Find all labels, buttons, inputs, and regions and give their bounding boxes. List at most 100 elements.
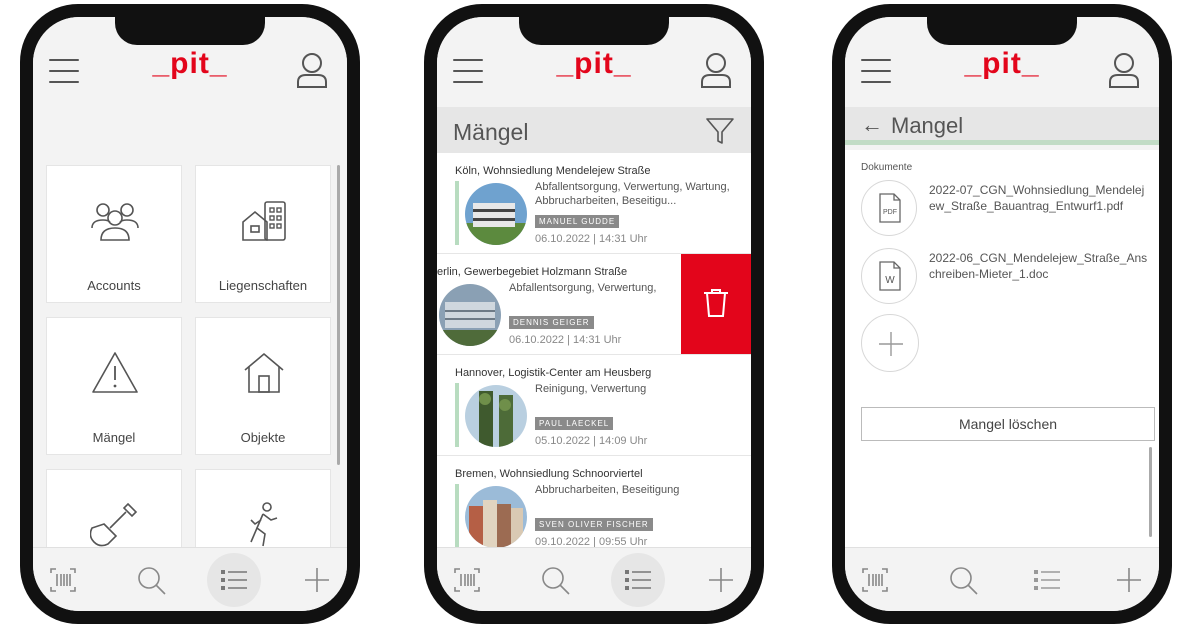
tile-label: Liegenschaften: [218, 278, 308, 293]
user-icon[interactable]: [1107, 51, 1141, 89]
assignee-badge: DENNIS GEIGER: [509, 316, 594, 329]
scrollbar[interactable]: [1149, 447, 1152, 537]
thumbnail-image: [439, 284, 501, 346]
search-button[interactable]: [129, 558, 173, 602]
users-icon: [91, 203, 139, 241]
status-bar: [455, 383, 459, 447]
back-arrow-icon[interactable]: ←: [861, 112, 883, 138]
phone-mangel-detail: _pit_ ← Mangel Dokumente PDF 2022-07_CGN…: [832, 4, 1172, 624]
list-button[interactable]: [207, 553, 261, 607]
house-icon: [244, 353, 284, 393]
list-item[interactable]: Köln, Wohnsiedlung Mendelejew Straße Abf…: [437, 153, 751, 254]
tile-label: Mängel: [92, 430, 136, 445]
list-button[interactable]: [611, 553, 665, 607]
document-name: 2022-07_CGN_Wohnsiedlung_Mendelejew_Stra…: [929, 183, 1145, 213]
thumbnail-image: [465, 183, 527, 245]
bottom-nav: [845, 547, 1159, 611]
detail-header: ← Mangel: [845, 107, 1159, 145]
add-button[interactable]: [699, 558, 743, 602]
buildings-icon: [242, 201, 286, 241]
plus-icon: [879, 332, 903, 356]
screen: _pit_ ← Mangel Dokumente PDF 2022-07_CGN…: [845, 17, 1159, 611]
detail-content: Dokumente PDF 2022-07_CGN_Wohnsiedlung_M…: [845, 150, 1159, 547]
assignee-badge: PAUL LAECKEL: [535, 417, 614, 430]
tile-label: Objekte: [240, 430, 286, 445]
add-button[interactable]: [1107, 558, 1151, 602]
walking-person-icon: [250, 502, 278, 547]
item-address: Köln, Wohnsiedlung Mendelejew Straße: [455, 165, 651, 177]
barcode-icon: [454, 568, 480, 592]
trash-icon: [704, 289, 728, 317]
svg-text:PDF: PDF: [883, 209, 897, 216]
item-date: 06.10.2022 | 14:31 Uhr: [509, 334, 622, 346]
assignee-badge: MANUEL GUDDE: [535, 215, 620, 228]
tile-accounts[interactable]: Accounts: [46, 165, 182, 303]
thumbnail-image: [465, 385, 527, 447]
plus-icon: [709, 568, 733, 592]
item-date: 05.10.2022 | 14:09 Uhr: [535, 435, 648, 447]
search-icon: [542, 567, 570, 595]
user-icon[interactable]: [295, 51, 329, 89]
item-category: Abfallentsorgung, Verwertung,: [509, 282, 657, 294]
word-file-icon: W: [879, 261, 901, 291]
barcode-button[interactable]: [41, 558, 85, 602]
notch: [519, 17, 669, 45]
barcode-button[interactable]: [853, 558, 897, 602]
hamburger-icon[interactable]: [453, 57, 485, 85]
bottom-nav: [437, 547, 751, 611]
document-name: 2022-06_CGN_Mendelejew_Straße_Anschreibe…: [929, 251, 1148, 281]
phone-dashboard: _pit_ Accounts Liegenschaften Mängel Obj…: [20, 4, 360, 624]
tile-maengel[interactable]: Mängel: [46, 317, 182, 455]
list-button[interactable]: [1025, 558, 1069, 602]
documents-label: Dokumente: [861, 162, 913, 173]
svg-text:W: W: [885, 275, 895, 286]
delete-mangel-button[interactable]: Mangel löschen: [861, 407, 1155, 441]
shovel-icon: [90, 502, 138, 547]
pit-logo: _pit_: [964, 47, 1040, 80]
list-item-swiped[interactable]: erlin, Gewerbegebiet Holzmann Straße Abf…: [437, 254, 751, 355]
notch: [927, 17, 1077, 45]
filter-icon[interactable]: [705, 116, 735, 146]
add-button[interactable]: [295, 558, 339, 602]
document-thumb: W: [861, 248, 917, 304]
notch: [115, 17, 265, 45]
assignee-badge: SVEN OLIVER FISCHER: [535, 518, 653, 531]
search-button[interactable]: [941, 558, 985, 602]
item-category: Abbrucharbeiten, Beseitigung: [535, 484, 680, 496]
list-icon: [221, 570, 247, 590]
list-item[interactable]: Hannover, Logistik-Center am Heusberg Re…: [437, 355, 751, 456]
pdf-file-icon: PDF: [879, 193, 901, 223]
item-address: Bremen, Wohnsiedlung Schnoorviertel: [455, 468, 643, 480]
document-item[interactable]: W 2022-06_CGN_Mendelejew_Straße_Anschrei…: [861, 248, 1151, 308]
user-icon[interactable]: [699, 51, 733, 89]
add-document-button[interactable]: [861, 314, 919, 372]
tile-objekte[interactable]: Objekte: [195, 317, 331, 455]
item-category: Reinigung, Verwertung: [535, 383, 647, 395]
status-bar: [455, 484, 459, 548]
barcode-icon: [50, 568, 76, 592]
document-thumb: PDF: [861, 180, 917, 236]
plus-icon: [305, 568, 329, 592]
scrollbar[interactable]: [337, 165, 340, 465]
delete-button[interactable]: [681, 254, 751, 354]
screen: _pit_ Mängel Köln, Wohnsiedlung Mendelej…: [437, 17, 751, 611]
document-item[interactable]: PDF 2022-07_CGN_Wohnsiedlung_Mendelejew_…: [861, 180, 1151, 240]
hamburger-icon[interactable]: [49, 57, 81, 85]
warning-icon: [92, 352, 138, 393]
screen: _pit_ Accounts Liegenschaften Mängel Obj…: [33, 17, 347, 611]
pit-logo: _pit_: [152, 47, 228, 80]
thumbnail-image: [465, 486, 527, 548]
section-header: Mängel: [437, 107, 751, 153]
bottom-nav: [33, 547, 347, 611]
item-address: erlin, Gewerbegebiet Holzmann Straße: [437, 266, 628, 278]
barcode-button[interactable]: [445, 558, 489, 602]
status-bar: [455, 181, 459, 245]
list-item[interactable]: Bremen, Wohnsiedlung Schnoorviertel Abbr…: [437, 456, 751, 557]
search-icon: [138, 567, 166, 595]
tile-liegenschaften[interactable]: Liegenschaften: [195, 165, 331, 303]
phone-maengel-list: _pit_ Mängel Köln, Wohnsiedlung Mendelej…: [424, 4, 764, 624]
barcode-icon: [862, 568, 888, 592]
hamburger-icon[interactable]: [861, 57, 893, 85]
list-icon: [625, 570, 651, 590]
search-button[interactable]: [533, 558, 577, 602]
